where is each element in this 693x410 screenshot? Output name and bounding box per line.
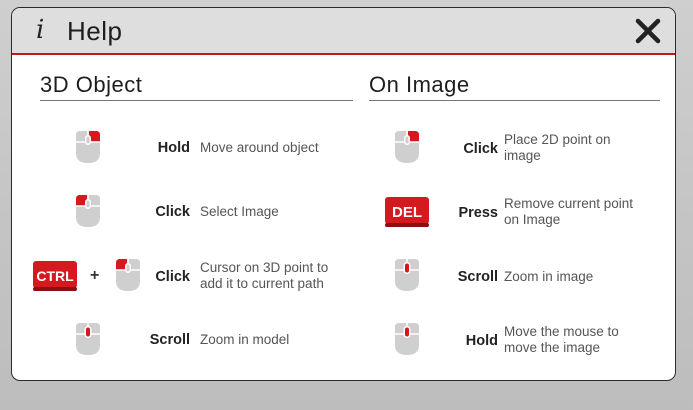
help-row-image-press: DEL Press Remove current point on Image [352, 190, 672, 234]
dialog-title: Help [67, 16, 123, 46]
del-key-icon: DEL [385, 197, 429, 227]
verb-label: Press [458, 205, 498, 221]
plus-sign: + [90, 267, 100, 284]
info-icon: i [36, 15, 45, 45]
help-row-image-click: Click Place 2D point on image [352, 126, 672, 170]
close-button[interactable] [633, 16, 663, 46]
title-bar: i Help [12, 8, 675, 55]
help-row-image-hold: Hold Move the mouse to move the image [352, 318, 672, 362]
mouse-right-click-icon [76, 131, 100, 163]
verb-label: Click [463, 141, 498, 157]
description-line-1: Remove current point [504, 196, 634, 211]
description-line-2: add it to current path [200, 276, 324, 291]
description: Move around object [200, 140, 319, 155]
mouse-scroll-icon [76, 323, 100, 355]
help-row-object-scroll: Scroll Zoom in model [12, 318, 352, 362]
description-line-1: Move the mouse to [504, 324, 619, 339]
mouse-right-click-icon [395, 131, 419, 163]
help-row-object-ctrl-click: CTRL + Click Cursor on 3D point to add i… [12, 254, 352, 298]
mouse-left-click-icon [76, 195, 100, 227]
mouse-scroll-icon [395, 323, 419, 355]
verb-label: Click [155, 269, 190, 285]
help-row-object-hold: Hold Move around object [12, 126, 352, 170]
description: Zoom in image [504, 269, 594, 284]
verb-label: Click [155, 204, 190, 220]
section-title-3d-object: 3D Object [40, 72, 143, 97]
verb-label: Hold [157, 140, 190, 156]
ctrl-key-icon: CTRL [33, 261, 77, 291]
description: Select Image [200, 204, 279, 219]
section-divider [40, 100, 353, 101]
mouse-left-click-icon [116, 259, 140, 291]
description-line-2: image [504, 148, 541, 163]
description-line-2: on Image [504, 212, 561, 227]
mouse-scroll-icon [395, 259, 419, 291]
ctrl-key-label: CTRL [36, 268, 74, 284]
description-line-1: Place 2D point on [504, 132, 611, 147]
description-line-2: move the image [504, 340, 601, 355]
description: Zoom in model [200, 332, 290, 347]
description-line-1: Cursor on 3D point to [200, 260, 329, 275]
section-title-on-image: On Image [369, 72, 470, 97]
verb-label: Scroll [149, 332, 190, 348]
del-key-label: DEL [392, 204, 422, 221]
help-row-object-click: Click Select Image [12, 190, 352, 234]
verb-label: Scroll [457, 269, 498, 285]
verb-label: Hold [465, 333, 498, 349]
close-x-icon [635, 18, 661, 44]
section-divider [369, 100, 660, 101]
help-dialog: i Help 3D Object Hold Move around object [11, 7, 676, 381]
help-row-image-scroll: Scroll Zoom in image [352, 254, 672, 298]
